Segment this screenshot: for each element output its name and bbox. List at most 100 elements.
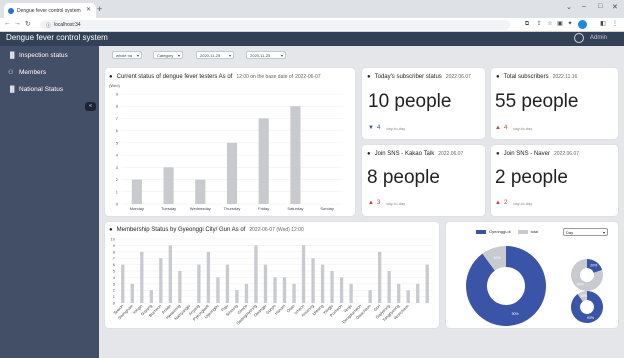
end-date-value: 2020-11-25 xyxy=(250,53,271,58)
browser-tab[interactable]: Dengue fever control system ✕ xyxy=(4,3,96,18)
stat-title: Join SNS - Kakao Talk xyxy=(374,151,435,157)
slice-label: 20% xyxy=(590,264,597,268)
tab-search-icon[interactable]: ⌄ xyxy=(566,3,572,11)
chart-legend: Gyeonggi-di total xyxy=(476,229,538,234)
sidebar-item-label: National Status xyxy=(19,86,64,93)
sidebar-item-label: Inspection status xyxy=(19,52,68,59)
legend-swatch xyxy=(476,229,486,234)
stat-change-label: day-to-day xyxy=(386,200,406,206)
app-title: Dengue fever control system xyxy=(6,33,108,42)
sidepanel-icon[interactable]: ◧ xyxy=(600,21,606,28)
star-icon[interactable]: ☆ xyxy=(547,21,553,28)
bar xyxy=(282,277,287,303)
sidebar-item-national-status[interactable]: ▐▌ National Status xyxy=(8,86,63,93)
x-tick-label: Wednesday xyxy=(190,206,211,211)
more-icon[interactable]: ⋮ xyxy=(612,21,618,28)
stat-card: ● Today's subscriber status 2022.06.07 1… xyxy=(362,68,485,139)
new-tab-icon[interactable]: + xyxy=(97,4,102,14)
user-name[interactable]: Admin xyxy=(590,35,607,41)
share-icon[interactable]: ⇪ xyxy=(536,21,542,28)
stat-title: Join SNS - Naver xyxy=(503,151,550,157)
stat-title: Total subscribers xyxy=(503,74,549,80)
stat-change: 3 xyxy=(376,200,381,206)
bar xyxy=(216,277,220,303)
legend-swatch xyxy=(517,229,528,234)
stat-card: ● Join SNS - Naver 2022.06.07 2 people ▲… xyxy=(491,145,618,216)
y-tick-label: 8 xyxy=(116,104,119,109)
profile-avatar[interactable] xyxy=(578,20,587,29)
bar xyxy=(163,167,174,204)
maximize-icon[interactable]: □ xyxy=(598,3,602,10)
close-window-icon[interactable]: ✕ xyxy=(612,3,618,11)
close-tab-icon[interactable]: ✕ xyxy=(86,6,91,13)
bar xyxy=(131,179,142,204)
stat-date: 2022.06.07 xyxy=(553,151,580,157)
sidebar-item-members[interactable]: ⚇ Members xyxy=(8,69,46,76)
tester-date-prefix: 12:00 on the base date of xyxy=(236,74,294,80)
x-tick-label: Thursday xyxy=(224,206,241,211)
y-tick-label: 0 xyxy=(116,202,119,207)
bar xyxy=(292,283,296,303)
start-date-filter[interactable]: 2020-11-25 ▾ xyxy=(196,51,234,59)
extension-icon[interactable]: ▣ xyxy=(557,21,563,28)
bar xyxy=(197,264,201,303)
slice-label: 10% xyxy=(580,294,587,298)
bar xyxy=(330,271,334,303)
sidebar-item-label: Members xyxy=(19,69,47,76)
membership-title-text: Membership Status by Gyeonggi City/ Gun … xyxy=(116,227,246,233)
chevron-down-icon: ▾ xyxy=(602,230,605,235)
membership-card-title: ● Membership Status by Gyeonggi City/ Gu… xyxy=(109,227,304,233)
puzzle-icon[interactable]: ✦ xyxy=(567,21,573,28)
bar xyxy=(349,283,353,303)
bar xyxy=(273,277,277,303)
down-arrow-icon: ▼ xyxy=(368,125,374,131)
x-tick-label: Saturday xyxy=(287,206,303,211)
stat-value: 8 people xyxy=(367,167,440,188)
stat-card: ● Join SNS - Kakao Talk 2022.06.07 8 peo… xyxy=(362,145,485,216)
period-select[interactable]: Day ▾ xyxy=(563,228,608,236)
sidebar-item-inspection-status[interactable]: ▐▌ Inspection status xyxy=(8,52,68,59)
region-filter-value: whole na xyxy=(116,53,133,58)
region-filter[interactable]: whole na ▾ xyxy=(112,51,142,59)
bar xyxy=(258,118,269,204)
legend-label: total xyxy=(530,229,539,234)
slice-label: 10% xyxy=(493,256,500,260)
y-tick-label: 7 xyxy=(116,116,119,121)
url-field[interactable]: ⓘ localhost:34 xyxy=(40,20,510,30)
stat-change: 2 xyxy=(503,200,508,206)
stat-date: 2022.06.07 xyxy=(445,74,471,80)
bar xyxy=(149,290,153,303)
bar xyxy=(121,264,125,303)
stat-change: 4 xyxy=(503,125,508,131)
bar xyxy=(416,283,420,303)
slice-label: 90% xyxy=(587,316,594,320)
user-icon[interactable] xyxy=(574,33,584,43)
stat-date: 2022.06.07 xyxy=(438,151,464,157)
bar xyxy=(301,245,306,303)
bar xyxy=(168,245,172,303)
minimize-icon[interactable]: – xyxy=(582,3,586,10)
end-date-filter[interactable]: 2020-11-25 ▾ xyxy=(246,51,286,59)
forward-icon[interactable]: → xyxy=(14,20,21,27)
stat-value: 10 people xyxy=(368,91,452,112)
x-tick-label: Uiwang xyxy=(311,303,324,316)
x-tick-label: Monday xyxy=(130,206,144,211)
bar xyxy=(320,264,325,303)
chevron-down-icon: ▾ xyxy=(177,53,180,58)
bar xyxy=(226,142,238,204)
bar xyxy=(397,283,401,303)
bar xyxy=(244,283,249,303)
bar xyxy=(378,251,382,303)
tab-title: Dengue fever control system xyxy=(17,7,81,14)
collapse-sidebar-button[interactable]: « xyxy=(85,102,96,111)
category-filter[interactable]: Category ▾ xyxy=(153,51,183,59)
period-select-value: Day xyxy=(566,230,574,235)
slice-label: 90% xyxy=(512,312,519,316)
back-icon[interactable]: ← xyxy=(4,20,11,27)
bar xyxy=(368,290,372,303)
reload-icon[interactable]: ↻ xyxy=(25,20,31,28)
stat-change: 4 xyxy=(376,125,381,131)
y-tick-label: 6 xyxy=(113,262,116,267)
y-tick-label: 7 xyxy=(113,256,116,261)
translate-icon[interactable]: ⧉ xyxy=(524,21,530,28)
